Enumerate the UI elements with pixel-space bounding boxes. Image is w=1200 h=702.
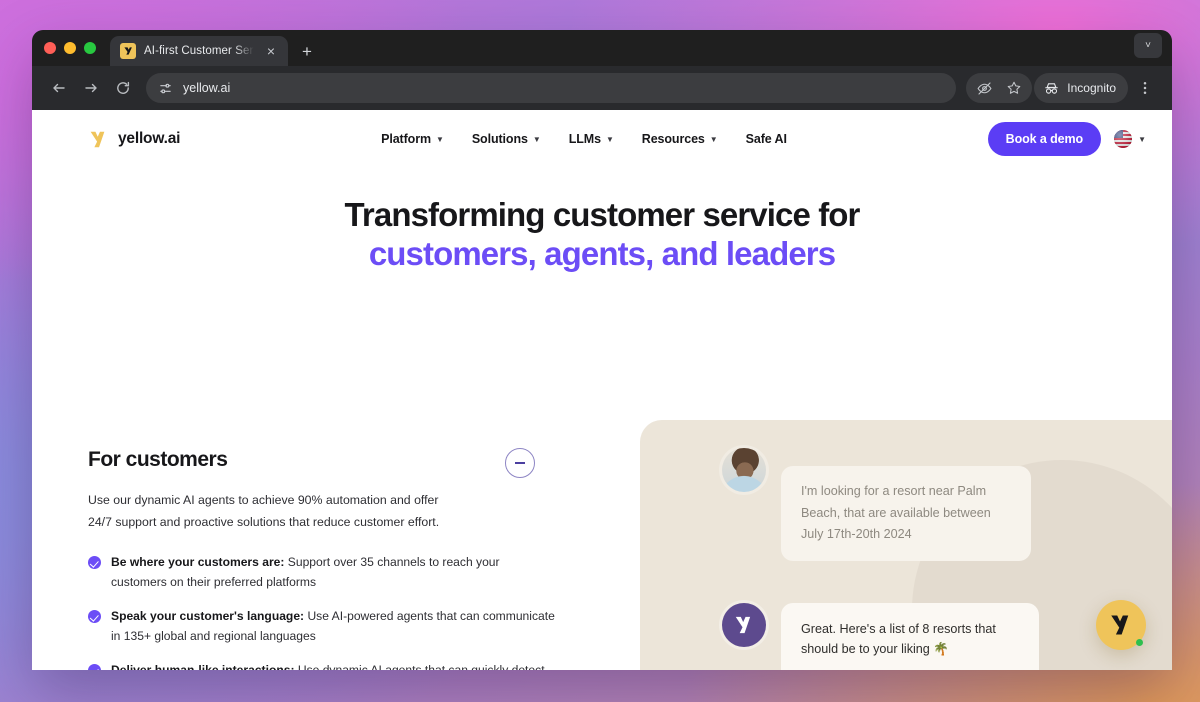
bullet-lead: Speak your customer's language: [111, 609, 305, 624]
user-avatar [722, 448, 766, 492]
chevron-down-icon: ▼ [605, 135, 614, 144]
minus-icon [515, 462, 525, 464]
for-customers-section: For customers Use our dynamic AI agents … [88, 448, 558, 670]
chevron-down-icon: ▼ [435, 135, 444, 144]
tab-favicon-icon [120, 43, 136, 59]
site-settings-tune-icon[interactable] [158, 81, 173, 96]
tab-close-icon[interactable]: × [262, 42, 280, 60]
chevron-down-icon: ▼ [709, 135, 718, 144]
bullet-text: Deliver human-like interactions: Use dyn… [111, 661, 558, 670]
check-circle-icon [88, 556, 101, 570]
minimize-window-button[interactable] [64, 42, 76, 54]
chevron-down-icon: ▼ [532, 135, 541, 144]
nav-item-platform[interactable]: Platform ▼ [381, 132, 444, 146]
reload-icon[interactable] [108, 73, 138, 103]
new-tab-button[interactable]: + [298, 42, 316, 60]
nav-item-llms[interactable]: LLMs ▼ [569, 132, 614, 146]
check-circle-icon [88, 664, 101, 670]
book-a-demo-button[interactable]: Book a demo [987, 122, 1102, 156]
nav-item-label: Safe AI [745, 132, 787, 146]
chevron-down-icon: ▼ [1138, 135, 1146, 144]
browser-toolbar: yellow.ai Incognito [32, 66, 1172, 110]
nav-item-resources[interactable]: Resources ▼ [642, 132, 718, 146]
site-logo[interactable]: yellow.ai [88, 129, 180, 150]
address-bar[interactable]: yellow.ai [146, 73, 957, 103]
bot-avatar [722, 602, 766, 647]
page-title: Transforming customer service for custom… [32, 196, 1172, 274]
bot-message-text: Great. Here's a list of 8 resorts that s… [801, 621, 996, 657]
incognito-spy-icon [1043, 80, 1060, 97]
accordion-header[interactable]: For customers [88, 448, 558, 478]
nav-right-actions: Book a demo ▼ [987, 122, 1146, 156]
chat-demo-panel: I'm looking for a resort near Palm Beach… [640, 420, 1172, 670]
list-item: Speak your customer's language: Use AI-p… [88, 607, 558, 646]
nav-item-label: Platform [381, 132, 431, 146]
tab-strip: AI-first Customer Service Aut × + ˅ [32, 30, 1172, 66]
brand-name: yellow.ai [118, 130, 181, 147]
check-circle-icon [88, 610, 101, 624]
section-description: Use our dynamic AI agents to achieve 90%… [88, 493, 440, 529]
browser-tab[interactable]: AI-first Customer Service Aut × [110, 36, 288, 66]
section-title: For customers [88, 448, 228, 471]
toolbar-right-actions: Incognito [966, 73, 1160, 103]
window-traffic-lights [44, 30, 110, 66]
web-page: yellow.ai Platform ▼ Solutions ▼ LLMs ▼ … [32, 110, 1172, 670]
bot-message-bubble: Great. Here's a list of 8 resorts that s… [781, 602, 1039, 670]
nav-item-label: LLMs [568, 132, 601, 146]
nav-item-label: Solutions [471, 132, 528, 146]
browser-window: AI-first Customer Service Aut × + ˅ yell… [32, 30, 1172, 670]
headline-line-1: Transforming customer service for [344, 196, 861, 233]
nav-item-label: Resources [641, 132, 705, 146]
nav-item-safe-ai[interactable]: Safe AI [746, 132, 787, 146]
us-flag-icon [1114, 130, 1133, 148]
feature-bullet-list: Be where your customers are: Support ove… [88, 553, 558, 670]
eye-off-icon[interactable] [969, 73, 999, 103]
user-message-bubble: I'm looking for a resort near Palm Beach… [781, 466, 1031, 561]
locale-switcher[interactable]: ▼ [1114, 130, 1146, 148]
headline-line-2: customers, agents, and leaders [368, 234, 836, 272]
chat-message-user: I'm looking for a resort near Palm Beach… [722, 448, 1172, 561]
chat-conversation: I'm looking for a resort near Palm Beach… [640, 420, 1172, 670]
bullet-lead: Deliver human-like interactions: [111, 663, 294, 670]
incognito-label: Incognito [1067, 81, 1116, 95]
address-bar-url: yellow.ai [183, 81, 231, 95]
yellow-ai-logo-icon [88, 129, 109, 150]
list-item: Be where your customers are: Support ove… [88, 553, 558, 592]
primary-nav-links: Platform ▼ Solutions ▼ LLMs ▼ Resources … [381, 132, 787, 146]
accordion-collapse-minus-button[interactable] [505, 448, 535, 478]
site-navigation-bar: yellow.ai Platform ▼ Solutions ▼ LLMs ▼ … [32, 110, 1172, 168]
bullet-text: Be where your customers are: Support ove… [111, 553, 558, 592]
three-dot-menu-icon[interactable] [1130, 73, 1160, 103]
nav-item-solutions[interactable]: Solutions ▼ [472, 132, 541, 146]
maximize-window-button[interactable] [84, 42, 96, 54]
tab-title: AI-first Customer Service Aut [144, 45, 254, 57]
list-item: Deliver human-like interactions: Use dyn… [88, 661, 558, 670]
incognito-indicator[interactable]: Incognito [1034, 73, 1128, 103]
tab-list-chevron-down-icon[interactable]: ˅ [1134, 33, 1162, 58]
back-arrow-icon[interactable] [44, 73, 74, 103]
close-window-button[interactable] [44, 42, 56, 54]
star-icon[interactable] [999, 73, 1029, 103]
forward-arrow-icon[interactable] [76, 73, 106, 103]
bullet-text: Speak your customer's language: Use AI-p… [111, 607, 558, 646]
bullet-lead: Be where your customers are: [111, 555, 285, 570]
omnibox-action-group [966, 73, 1033, 103]
chat-message-bot: Great. Here's a list of 8 resorts that s… [722, 602, 1172, 670]
